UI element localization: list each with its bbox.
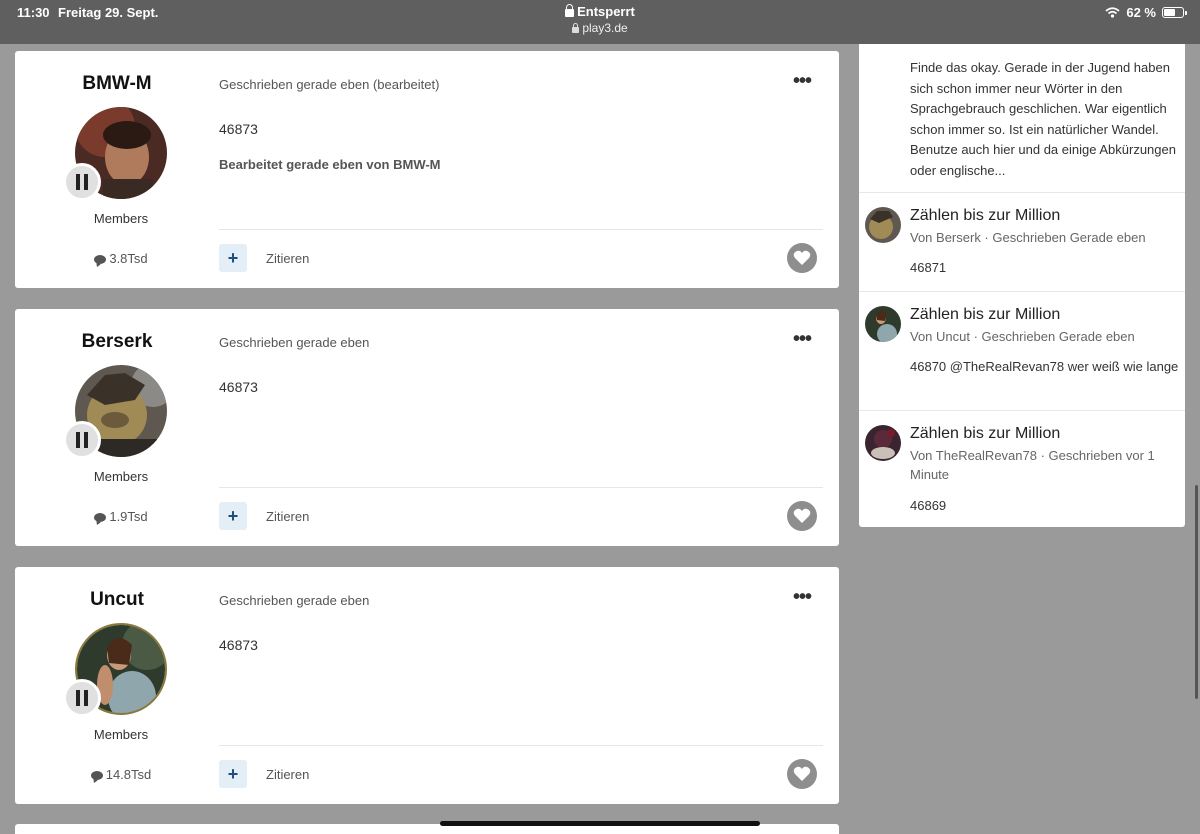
- lock-icon: [565, 4, 575, 17]
- author-name[interactable]: BMW-M: [15, 73, 219, 95]
- divider: [219, 487, 823, 488]
- heart-icon: [793, 766, 811, 781]
- author-panel: BMW-M Members 3.8Tsd: [15, 51, 219, 288]
- post-card: Uncut Members 14.8Tsd Geschrieben gerade…: [15, 567, 839, 804]
- feed-meta: Von Uncut · Geschrieben Gerade eben: [910, 329, 1135, 344]
- feed-avatar[interactable]: [865, 425, 901, 461]
- chat-bubble-icon: [94, 513, 107, 522]
- feed-text: 46869: [910, 498, 947, 513]
- edit-note: Bearbeitet gerade eben von BMW-M: [219, 157, 441, 172]
- feed-item[interactable]: Zählen bis zur Million Von Uncut · Gesch…: [859, 292, 1185, 410]
- heart-icon: [793, 508, 811, 523]
- feed-meta: Von Berserk · Geschrieben Gerade eben: [910, 230, 1146, 245]
- author-name[interactable]: Uncut: [15, 589, 219, 611]
- status-bar: 11:30 Freitag 29. Sept. Entsperrt play3.…: [0, 0, 1200, 44]
- feed-title[interactable]: Zählen bis zur Million: [910, 306, 1060, 324]
- multiquote-button[interactable]: +: [219, 502, 247, 530]
- multiquote-button[interactable]: +: [219, 244, 247, 272]
- feed-avatar[interactable]: [865, 306, 901, 342]
- post-count-value: 3.8Tsd: [109, 251, 148, 266]
- member-group: Members: [93, 469, 149, 484]
- more-options-icon[interactable]: •••: [793, 329, 812, 349]
- battery-percent: 62 %: [1126, 5, 1156, 20]
- post-count: 1.9Tsd: [15, 509, 227, 524]
- feed-excerpt[interactable]: Finde das okay. Gerade in der Jugend hab…: [910, 58, 1186, 181]
- chat-bubble-icon: [90, 771, 103, 780]
- like-button[interactable]: [787, 759, 817, 789]
- post-count: 3.8Tsd: [15, 251, 227, 266]
- url-text[interactable]: play3.de: [582, 21, 627, 35]
- feed-title[interactable]: Zählen bis zur Million: [910, 425, 1060, 443]
- feed-item[interactable]: Zählen bis zur Million Von TheRealRevan7…: [859, 411, 1185, 527]
- multiquote-button[interactable]: +: [219, 760, 247, 788]
- chat-bubble-icon: [94, 255, 107, 264]
- like-button[interactable]: [787, 501, 817, 531]
- post-meta[interactable]: Geschrieben gerade eben (bearbeitet): [219, 77, 439, 92]
- url-lock-icon: [572, 23, 580, 33]
- feed-text: 46870 @TheRealRevan78 wer weiß wie lange: [910, 359, 1179, 374]
- pause-badge-icon: [63, 679, 101, 717]
- post-content: 46873: [219, 121, 258, 137]
- battery-icon: [1162, 7, 1187, 18]
- post-content: 46873: [219, 637, 258, 653]
- battery-fill: [1164, 9, 1175, 16]
- post-count-value: 14.8Tsd: [105, 767, 152, 782]
- post-card: BMW-M Members 3.8Tsd Geschrieben gerade …: [15, 51, 839, 288]
- address-bar[interactable]: Entsperrt play3.de: [0, 4, 1200, 35]
- member-group: Members: [93, 211, 149, 226]
- divider: [219, 229, 823, 230]
- more-options-icon[interactable]: •••: [793, 587, 812, 607]
- feed-avatar[interactable]: [865, 207, 901, 243]
- post-count-value: 1.9Tsd: [109, 509, 148, 524]
- member-group: Members: [93, 727, 149, 742]
- author-name[interactable]: Berserk: [15, 331, 219, 353]
- heart-icon: [793, 250, 811, 265]
- post-card: Berserk Members 1.9Tsd Geschrieben gerad…: [15, 309, 839, 546]
- post-content: 46873: [219, 379, 258, 395]
- divider: [219, 745, 823, 746]
- feed-text: 46871: [910, 260, 947, 275]
- feed-item[interactable]: Zählen bis zur Million Von Berserk · Ges…: [859, 193, 1185, 291]
- quote-button[interactable]: Zitieren: [266, 767, 309, 782]
- home-indicator[interactable]: [440, 821, 760, 826]
- wifi-icon: [1105, 7, 1120, 18]
- author-panel: Uncut Members 14.8Tsd: [15, 567, 219, 804]
- pause-badge-icon: [63, 163, 101, 201]
- quote-button[interactable]: Zitieren: [266, 509, 309, 524]
- post-count: 14.8Tsd: [15, 767, 227, 782]
- scrollbar-thumb[interactable]: [1195, 485, 1198, 699]
- quote-button[interactable]: Zitieren: [266, 251, 309, 266]
- lock-status: Entsperrt: [577, 4, 635, 19]
- activity-feed: Finde das okay. Gerade in der Jugend hab…: [859, 44, 1185, 527]
- feed-meta: Von TheRealRevan78 · Geschrieben vor 1 M…: [910, 448, 1155, 482]
- post-meta[interactable]: Geschrieben gerade eben: [219, 335, 369, 350]
- feed-title[interactable]: Zählen bis zur Million: [910, 207, 1060, 225]
- author-panel: Berserk Members 1.9Tsd: [15, 309, 219, 546]
- like-button[interactable]: [787, 243, 817, 273]
- pause-badge-icon: [63, 421, 101, 459]
- more-options-icon[interactable]: •••: [793, 71, 812, 91]
- post-meta[interactable]: Geschrieben gerade eben: [219, 593, 369, 608]
